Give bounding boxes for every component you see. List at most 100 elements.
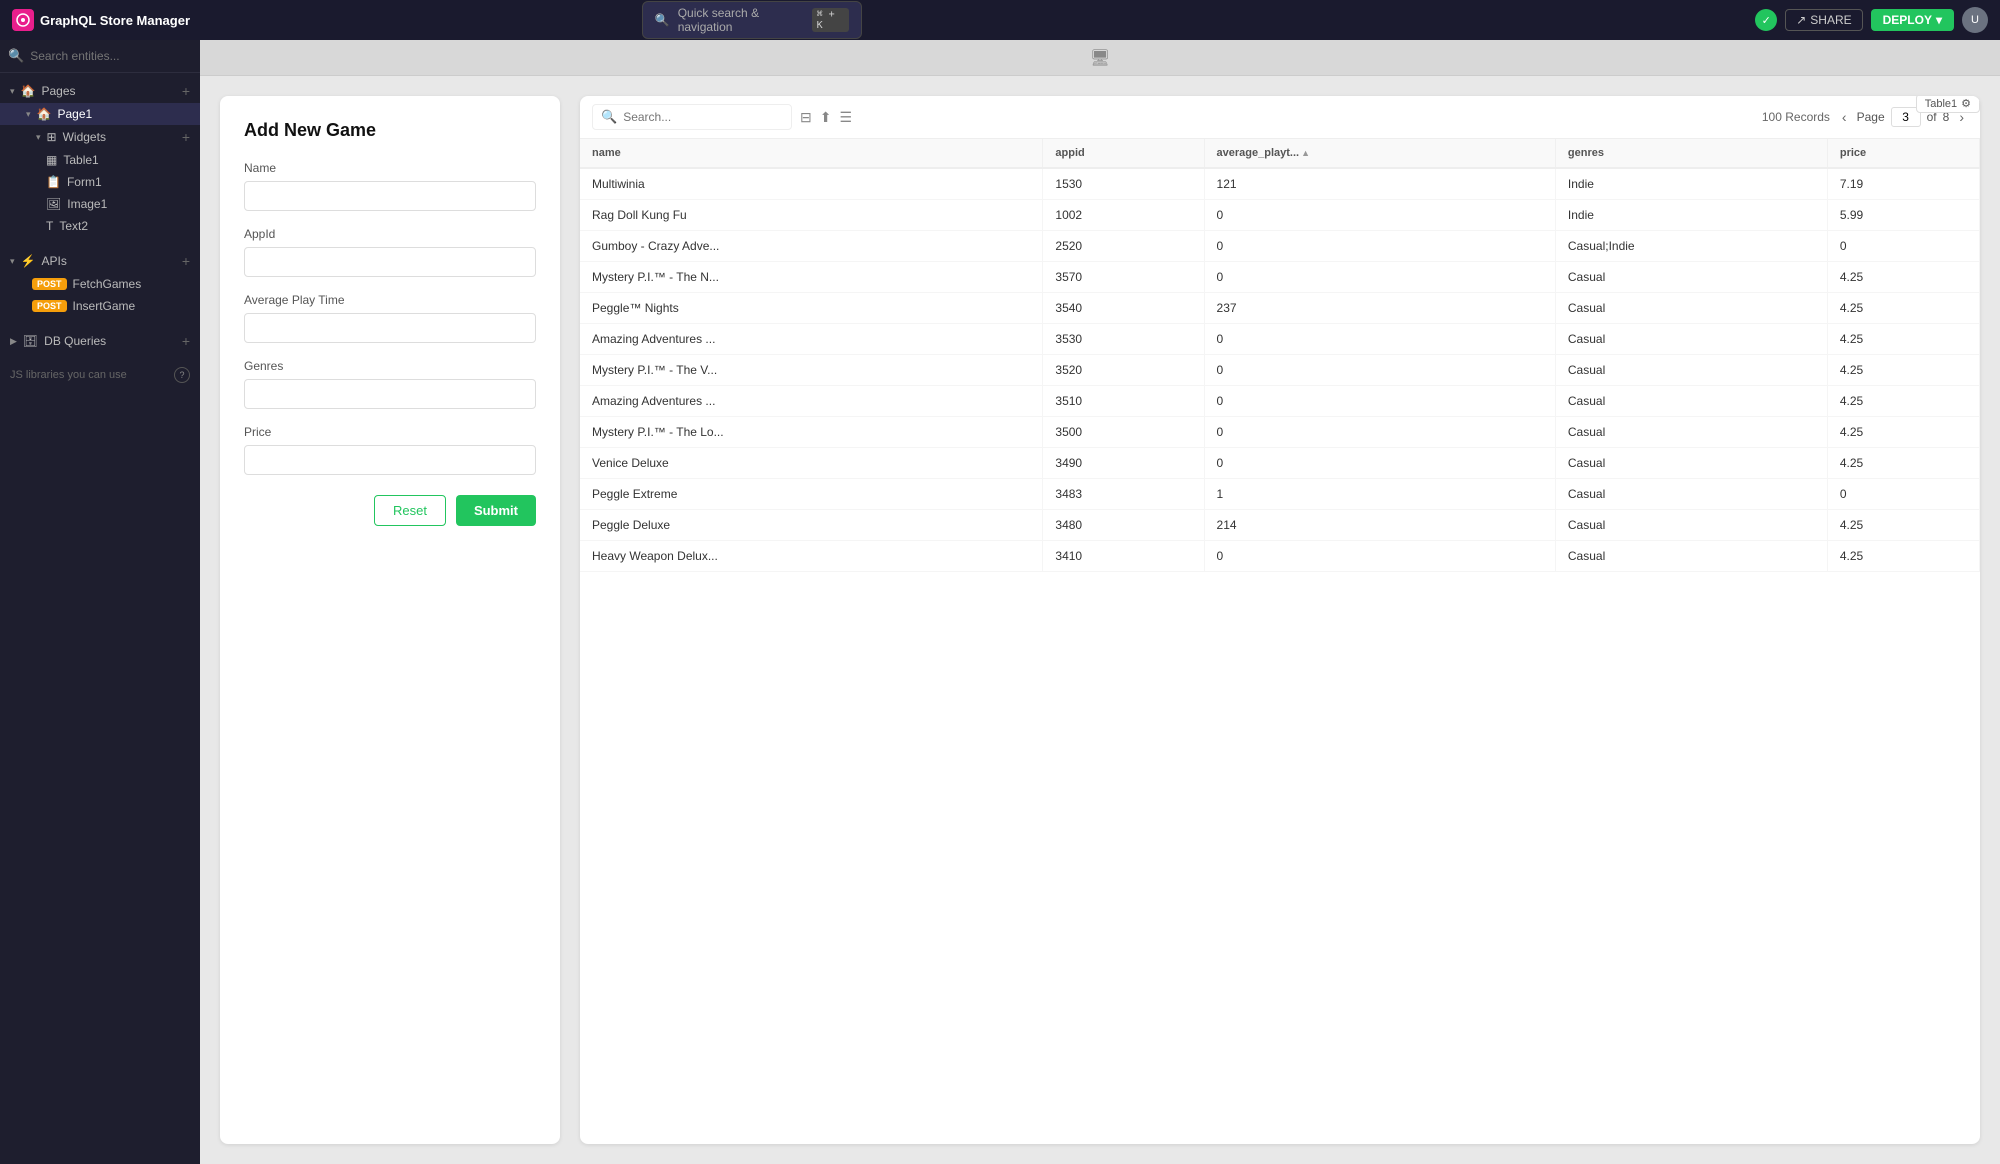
table-row[interactable]: Peggle Extreme34831Casual0 [580, 479, 1980, 510]
cell-appid: 2520 [1043, 231, 1204, 262]
deploy-chevron-icon: ▾ [1936, 13, 1942, 27]
add-db-icon[interactable]: + [182, 333, 190, 349]
cell-average_playtime: 237 [1204, 293, 1555, 324]
table-row[interactable]: Amazing Adventures ...35100Casual4.25 [580, 386, 1980, 417]
cell-price: 4.25 [1827, 541, 1979, 572]
cell-average_playtime: 0 [1204, 324, 1555, 355]
table-row[interactable]: Amazing Adventures ...35300Casual4.25 [580, 324, 1980, 355]
appid-label: AppId [244, 227, 536, 241]
table-search-input[interactable] [623, 110, 783, 124]
sidebar-item-widgets[interactable]: ▾ ⊞ Widgets + [0, 125, 200, 149]
table-row[interactable]: Venice Deluxe34900Casual4.25 [580, 448, 1980, 479]
sidebar-search-box[interactable]: 🔍 [0, 40, 200, 73]
table-toolbar-icons: ⊟ ⬆ ☰ [800, 109, 852, 126]
topbar-right: ✓ ↗ SHARE DEPLOY ▾ U [1755, 7, 1988, 33]
sidebar-item-db-queries[interactable]: ▶ 🗄 DB Queries + [0, 329, 200, 353]
cell-average_playtime: 0 [1204, 200, 1555, 231]
name-input[interactable] [244, 181, 536, 211]
deploy-button[interactable]: DEPLOY ▾ [1871, 9, 1954, 31]
cell-genres: Casual [1555, 355, 1827, 386]
sidebar-item-page1[interactable]: ▾ 🏠 Page1 [0, 103, 200, 125]
sidebar-item-fetchgames[interactable]: POST FetchGames [0, 273, 200, 295]
form-title: Add New Game [244, 120, 536, 141]
submit-button[interactable]: Submit [456, 495, 536, 526]
add-api-icon[interactable]: + [182, 253, 190, 269]
content-body: Add New Game Name AppId Average Play Tim… [200, 76, 2000, 1164]
records-count: 100 Records [1762, 110, 1830, 124]
add-widget-icon[interactable]: + [182, 129, 190, 145]
upload-icon[interactable]: ⬆ [820, 109, 832, 126]
avgplay-label: Average Play Time [244, 293, 536, 307]
add-page-icon[interactable]: + [182, 83, 190, 99]
cell-appid: 3540 [1043, 293, 1204, 324]
table-row[interactable]: Mystery P.I.™ - The N...35700Casual4.25 [580, 262, 1980, 293]
sidebar-item-insertgame[interactable]: POST InsertGame [0, 295, 200, 317]
list-icon[interactable]: ☰ [839, 109, 852, 126]
genres-input[interactable] [244, 379, 536, 409]
table-row[interactable]: Multiwinia1530121Indie7.19 [580, 168, 1980, 200]
sidebar-item-pages[interactable]: ▾ 🏠 Pages + [0, 79, 200, 103]
table-row[interactable]: Peggle Deluxe3480214Casual4.25 [580, 510, 1980, 541]
cell-appid: 3570 [1043, 262, 1204, 293]
sidebar-item-apis[interactable]: ▾ ⚡ APIs + [0, 249, 200, 273]
filter-icon[interactable]: ⊟ [800, 109, 812, 126]
avgplay-field-group: Average Play Time [244, 293, 536, 343]
main-layout: 🔍 ▾ 🏠 Pages + ▾ 🏠 Page1 ▾ ⊞ Widgets + [0, 40, 2000, 1164]
col-appid[interactable]: appid [1043, 139, 1204, 168]
share-button[interactable]: ↗ SHARE [1785, 9, 1862, 31]
check-icon: ✓ [1755, 9, 1777, 31]
col-price[interactable]: price [1827, 139, 1979, 168]
genres-field-group: Genres [244, 359, 536, 409]
sidebar-item-form1[interactable]: 📋 Form1 [0, 171, 200, 193]
avgplay-input[interactable] [244, 313, 536, 343]
table-search-icon: 🔍 [601, 109, 617, 125]
cell-price: 0 [1827, 479, 1979, 510]
sidebar-item-text2[interactable]: T Text2 [0, 215, 200, 237]
apis-arrow-icon: ▾ [10, 256, 15, 267]
apis-section: ▾ ⚡ APIs + POST FetchGames POST InsertGa… [0, 243, 200, 323]
cell-average_playtime: 0 [1204, 448, 1555, 479]
cell-genres: Casual [1555, 510, 1827, 541]
cell-name: Mystery P.I.™ - The Lo... [580, 417, 1043, 448]
cell-appid: 3530 [1043, 324, 1204, 355]
avatar[interactable]: U [1962, 7, 1988, 33]
table-header: name appid average_playt...▲ genres pric… [580, 139, 1980, 168]
sidebar-item-image1[interactable]: 🖼 Image1 [0, 193, 200, 215]
sidebar-search-input[interactable] [30, 49, 192, 63]
table-row[interactable]: Mystery P.I.™ - The Lo...35000Casual4.25 [580, 417, 1980, 448]
cell-appid: 3520 [1043, 355, 1204, 386]
cell-genres: Casual [1555, 386, 1827, 417]
price-input[interactable] [244, 445, 536, 475]
js-help-icon[interactable]: ? [174, 367, 190, 383]
appid-input[interactable] [244, 247, 536, 277]
col-name[interactable]: name [580, 139, 1043, 168]
cell-average_playtime: 214 [1204, 510, 1555, 541]
page-label: Page [1857, 110, 1885, 124]
logo-icon [12, 9, 34, 31]
table-row[interactable]: Rag Doll Kung Fu10020Indie5.99 [580, 200, 1980, 231]
prev-page-button[interactable]: ‹ [1838, 109, 1851, 125]
cell-average_playtime: 0 [1204, 541, 1555, 572]
cell-price: 4.25 [1827, 417, 1979, 448]
cell-genres: Indie [1555, 168, 1827, 200]
table-row[interactable]: Heavy Weapon Delux...34100Casual4.25 [580, 541, 1980, 572]
col-genres[interactable]: genres [1555, 139, 1827, 168]
topbar-search[interactable]: 🔍 Quick search & navigation ⌘ + K [642, 1, 862, 39]
pages-section: ▾ 🏠 Pages + ▾ 🏠 Page1 ▾ ⊞ Widgets + ▦ [0, 73, 200, 243]
cell-appid: 1530 [1043, 168, 1204, 200]
price-label: Price [244, 425, 536, 439]
table-search-box[interactable]: 🔍 [592, 104, 792, 130]
sidebar-item-table1[interactable]: ▦ Table1 [0, 149, 200, 171]
col-avgplaytime[interactable]: average_playt...▲ [1204, 139, 1555, 168]
db-icon: 🗄 [23, 334, 38, 348]
table-row[interactable]: Peggle™ Nights3540237Casual4.25 [580, 293, 1980, 324]
sidebar-search-icon: 🔍 [8, 48, 24, 64]
app-logo: GraphQL Store Manager [12, 9, 190, 31]
cell-name: Multiwinia [580, 168, 1043, 200]
pages-icon: 🏠 [21, 84, 36, 98]
table-settings-icon[interactable]: ⚙ [1961, 97, 1971, 110]
reset-button[interactable]: Reset [374, 495, 446, 526]
cell-price: 5.99 [1827, 200, 1979, 231]
table-row[interactable]: Gumboy - Crazy Adve...25200Casual;Indie0 [580, 231, 1980, 262]
table-row[interactable]: Mystery P.I.™ - The V...35200Casual4.25 [580, 355, 1980, 386]
